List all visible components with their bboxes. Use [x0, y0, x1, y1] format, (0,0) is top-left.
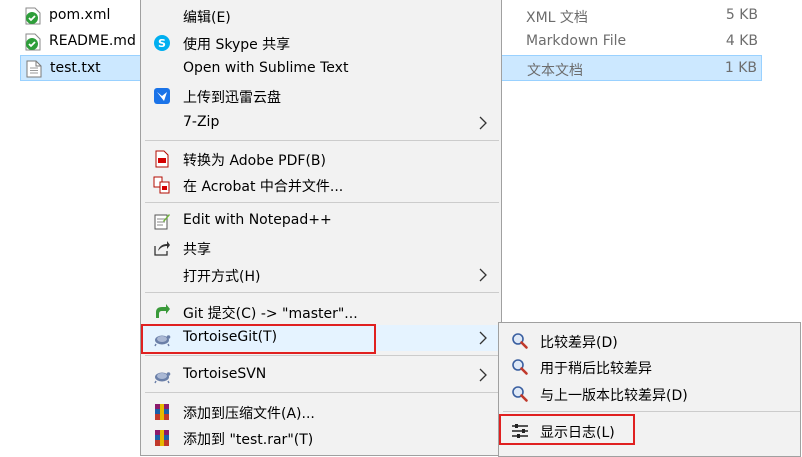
git-file-icon: [25, 33, 41, 51]
diff-magnifier-icon: [512, 386, 528, 402]
menu-item-open-sublime[interactable]: Open with Sublime Text: [141, 56, 501, 82]
file-size: 5 KB: [725, 7, 758, 23]
adobe-pdf-icon: [155, 150, 169, 168]
menu-item-add-test-rar[interactable]: 添加到 "test.rar"(T): [141, 425, 501, 451]
chevron-right-icon: [479, 116, 487, 130]
context-menu: 编辑(E) S 使用 Skype 共享 Open with Sublime Te…: [140, 0, 502, 456]
highlight-box-tortoisegit: [141, 324, 376, 354]
menu-item-tortoisesvn[interactable]: TortoiseSVN: [141, 362, 501, 388]
svg-text:S: S: [158, 37, 166, 50]
menu-item-thunder-upload[interactable]: 上传到迅雷云盘: [141, 83, 501, 109]
acrobat-combine-icon: [153, 176, 170, 194]
file-type: Markdown File: [526, 33, 627, 49]
git-commit-icon: [156, 304, 170, 318]
skype-icon: S: [154, 35, 170, 51]
menu-item-convert-pdf[interactable]: 转换为 Adobe PDF(B): [141, 146, 501, 172]
share-icon: [154, 241, 170, 256]
menu-item-label: 打开方式(H): [183, 269, 261, 285]
menu-item-edit[interactable]: 编辑(E): [141, 3, 501, 29]
menu-item-share[interactable]: 共享: [141, 235, 501, 261]
submenu-separator: [503, 411, 800, 412]
menu-item-label: 转换为 Adobe PDF(B): [183, 153, 326, 169]
submenu-item-label: 用于稍后比较差异: [540, 361, 652, 377]
menu-item-label: 共享: [183, 242, 211, 258]
menu-item-skype-share[interactable]: S 使用 Skype 共享: [141, 30, 501, 56]
file-type: XML 文档: [526, 10, 588, 26]
submenu-item-diff-previous[interactable]: 与上一版本比较差异(D): [499, 381, 800, 407]
menu-item-git-commit[interactable]: Git 提交(C) -> "master"...: [141, 299, 501, 325]
menu-separator: [145, 140, 499, 141]
chevron-right-icon: [479, 368, 487, 382]
diff-magnifier-icon: [512, 359, 528, 375]
file-size: 1 KB: [724, 60, 757, 76]
highlight-box-show-log: [499, 414, 635, 445]
tortoisesvn-icon: [154, 372, 171, 384]
menu-item-label: 上传到迅雷云盘: [183, 90, 281, 106]
menu-item-label: 7-Zip: [183, 114, 220, 130]
menu-item-label: Open with Sublime Text: [183, 60, 349, 76]
menu-item-label: Edit with Notepad++: [183, 212, 332, 228]
file-type: 文本文档: [527, 63, 583, 79]
menu-item-label: Git 提交(C) -> "master"...: [183, 306, 358, 322]
menu-separator: [145, 292, 499, 293]
file-name: README.md: [49, 33, 136, 49]
menu-separator: [145, 392, 499, 393]
file-name: test.txt: [50, 60, 101, 76]
menu-item-open-with[interactable]: 打开方式(H): [141, 262, 501, 288]
submenu-item-diff-later[interactable]: 用于稍后比较差异: [499, 354, 800, 380]
menu-separator: [145, 355, 499, 356]
menu-item-label: 添加到 "test.rar"(T): [183, 432, 314, 448]
menu-item-label: 编辑(E): [183, 10, 231, 26]
file-size: 4 KB: [725, 33, 758, 49]
submenu-item-diff[interactable]: 比较差异(D): [499, 328, 800, 354]
menu-item-label: 添加到压缩文件(A)...: [183, 406, 315, 422]
winrar-icon: [155, 430, 169, 446]
menu-separator: [145, 202, 499, 203]
diff-magnifier-icon: [512, 333, 528, 349]
submenu-item-label: 与上一版本比较差异(D): [540, 388, 688, 404]
thunder-cloud-icon: [154, 88, 170, 104]
text-file-icon: [26, 60, 42, 78]
menu-item-acrobat-combine[interactable]: 在 Acrobat 中合并文件...: [141, 172, 501, 198]
git-file-icon: [25, 7, 41, 25]
notepad-plus-plus-icon: [154, 214, 170, 230]
menu-item-label: 使用 Skype 共享: [183, 37, 291, 53]
menu-item-add-archive[interactable]: 添加到压缩文件(A)...: [141, 399, 501, 425]
winrar-icon: [155, 404, 169, 420]
chevron-right-icon: [479, 268, 487, 282]
menu-item-7zip[interactable]: 7-Zip: [141, 110, 501, 136]
menu-item-edit-notepad[interactable]: Edit with Notepad++: [141, 208, 501, 234]
menu-item-label: TortoiseSVN: [183, 366, 267, 382]
submenu-item-label: 比较差异(D): [540, 335, 618, 351]
chevron-right-icon: [479, 331, 487, 345]
menu-item-label: 在 Acrobat 中合并文件...: [183, 179, 344, 195]
file-name: pom.xml: [49, 7, 111, 23]
